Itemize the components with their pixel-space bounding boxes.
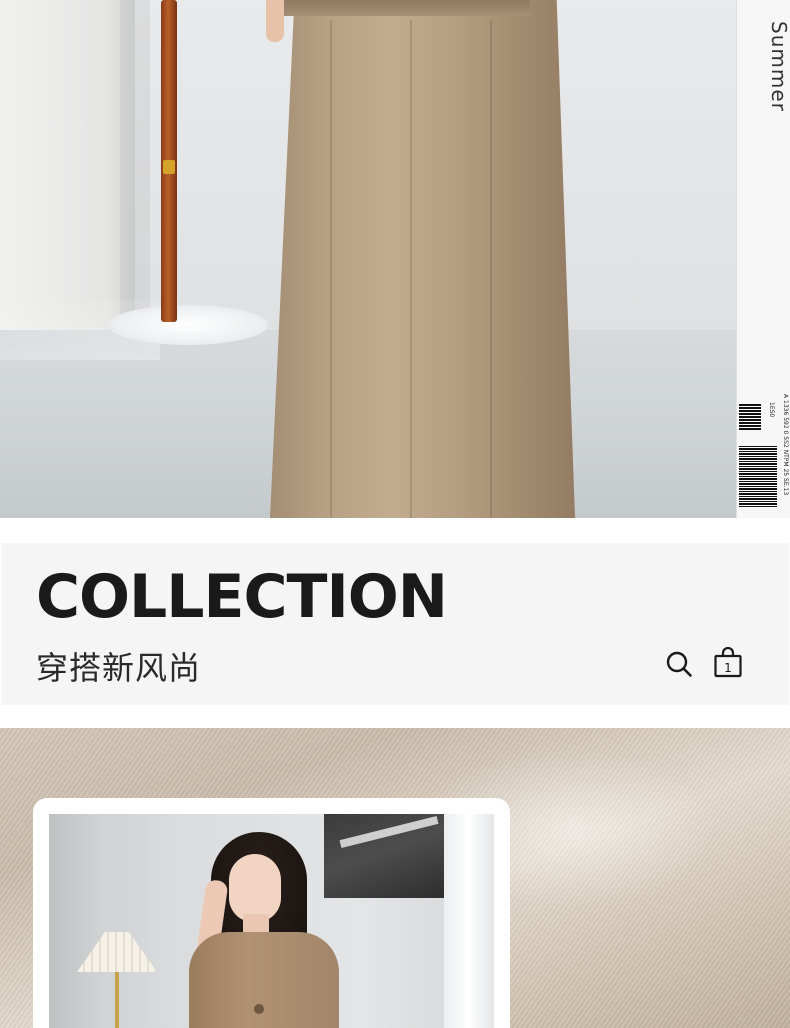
search-icon[interactable] bbox=[665, 650, 693, 678]
barcode-small-icon bbox=[739, 404, 761, 430]
garment-button bbox=[254, 1004, 264, 1014]
skirt-waistband bbox=[278, 0, 530, 16]
wall-panel bbox=[0, 0, 135, 340]
coat-stand-ring bbox=[163, 160, 175, 174]
hang-tag-text: Summer bbox=[767, 20, 790, 112]
shopping-bag-icon[interactable]: 1 bbox=[713, 647, 743, 679]
product-photo-skirt: Summer A 1336 592 0 5S2 NTPM 25 SE.13 1E… bbox=[0, 0, 790, 518]
wall-artwork bbox=[324, 814, 454, 898]
room-wall bbox=[49, 814, 109, 1028]
hang-tag-code-short: 1ES0 bbox=[768, 402, 775, 418]
skirt-fold bbox=[410, 20, 412, 518]
model-photo-card bbox=[33, 798, 510, 1028]
skirt-fold bbox=[490, 20, 492, 518]
khaki-top bbox=[189, 932, 339, 1028]
coat-stand-base bbox=[108, 305, 268, 345]
skirt-fold bbox=[330, 20, 332, 518]
collection-title: COLLECTION bbox=[36, 562, 448, 632]
lamp-stand bbox=[115, 972, 119, 1028]
hang-tag-code: A 1336 592 0 5S2 NTPM 25 SE.13 bbox=[782, 394, 789, 496]
model-photo bbox=[49, 814, 494, 1028]
wall-shadow bbox=[120, 0, 150, 320]
collection-subtitle: 穿搭新风尚 bbox=[36, 649, 202, 687]
bag-count-badge: 1 bbox=[724, 661, 732, 675]
collection-banner: COLLECTION 穿搭新风尚 1 bbox=[1, 543, 789, 705]
fabric-texture-photo bbox=[0, 728, 790, 1028]
model-hand bbox=[266, 0, 284, 42]
model-face bbox=[229, 854, 281, 922]
khaki-maxi-skirt bbox=[270, 0, 575, 518]
window-curtain bbox=[444, 814, 494, 1028]
barcode-icon bbox=[739, 446, 777, 508]
